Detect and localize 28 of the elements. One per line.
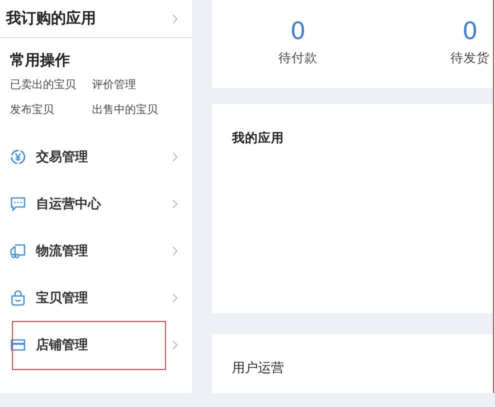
yen-icon	[10, 148, 26, 164]
chevron-icon	[172, 14, 178, 24]
stat-value[interactable]: 0	[462, 16, 478, 46]
stat-value[interactable]: 0	[290, 16, 306, 46]
stat-label: 待发货	[450, 50, 490, 67]
menu-item[interactable]: 物流管理	[0, 227, 192, 274]
card-title: 我的应用	[232, 130, 284, 145]
chevron-icon	[172, 292, 178, 302]
chevron-icon	[172, 152, 178, 162]
section-title: 常用操作	[9, 50, 71, 70]
bag-icon	[10, 290, 26, 306]
menu-item[interactable]: 交易管理	[0, 133, 192, 180]
subscribed-apps-row[interactable]: 我订购的应用	[0, 0, 192, 38]
card-title: 用户运营	[232, 361, 284, 376]
menu-item[interactable]: 自运营中心	[0, 180, 192, 227]
chevron-icon	[172, 340, 178, 350]
chat-icon	[10, 196, 26, 212]
chevron-icon	[172, 246, 178, 256]
shortcut-link[interactable]: 已卖出的宝贝	[10, 77, 92, 92]
shortcut-link[interactable]: 发布宝贝	[10, 102, 92, 117]
shortcut-link[interactable]: 出售中的宝贝	[92, 102, 192, 117]
menu-item[interactable]: 店铺管理	[0, 321, 192, 368]
stat-label: 待付款	[278, 50, 318, 67]
menu-item[interactable]: 宝贝管理	[0, 274, 192, 321]
truck-icon	[10, 242, 26, 258]
chevron-icon	[172, 198, 178, 208]
store-icon	[10, 336, 26, 352]
shortcut-link[interactable]: 评价管理	[92, 77, 192, 92]
